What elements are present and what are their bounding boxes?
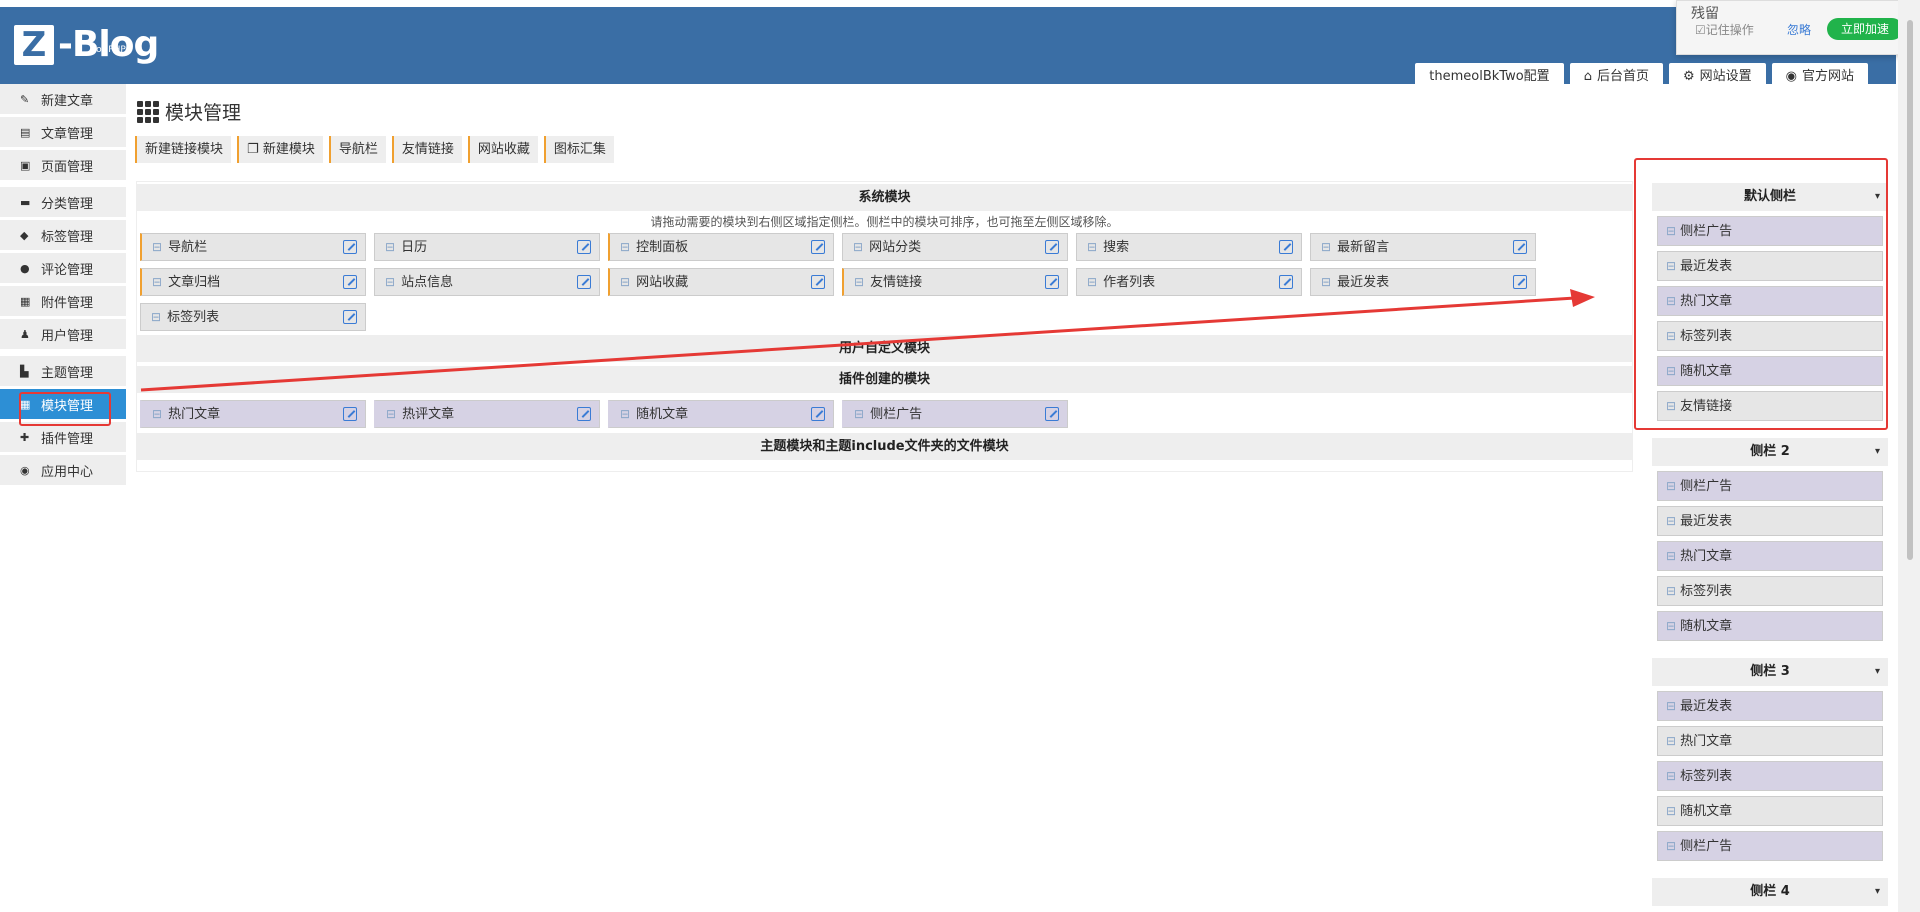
annotation-arrow	[140, 289, 1595, 392]
scrollbar-thumb[interactable]	[1907, 20, 1913, 560]
